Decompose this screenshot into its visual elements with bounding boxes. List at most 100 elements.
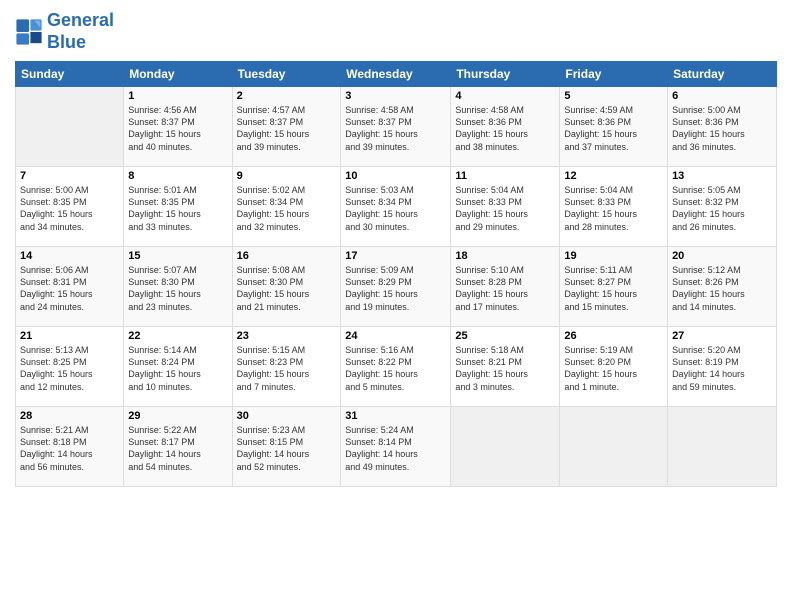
weekday-header-row: SundayMondayTuesdayWednesdayThursdayFrid… bbox=[16, 62, 777, 87]
day-number: 29 bbox=[128, 410, 227, 422]
day-info: Sunrise: 5:20 AM Sunset: 8:19 PM Dayligh… bbox=[672, 344, 772, 393]
weekday-header-monday: Monday bbox=[124, 62, 232, 87]
day-info: Sunrise: 4:57 AM Sunset: 8:37 PM Dayligh… bbox=[237, 104, 337, 153]
day-number: 7 bbox=[20, 170, 119, 182]
day-number: 21 bbox=[20, 330, 119, 342]
day-info: Sunrise: 5:02 AM Sunset: 8:34 PM Dayligh… bbox=[237, 184, 337, 233]
calendar-cell: 1Sunrise: 4:56 AM Sunset: 8:37 PM Daylig… bbox=[124, 87, 232, 167]
day-number: 27 bbox=[672, 330, 772, 342]
calendar-cell bbox=[560, 407, 668, 487]
day-info: Sunrise: 5:01 AM Sunset: 8:35 PM Dayligh… bbox=[128, 184, 227, 233]
day-info: Sunrise: 5:18 AM Sunset: 8:21 PM Dayligh… bbox=[455, 344, 555, 393]
calendar-cell: 6Sunrise: 5:00 AM Sunset: 8:36 PM Daylig… bbox=[668, 87, 777, 167]
day-info: Sunrise: 5:15 AM Sunset: 8:23 PM Dayligh… bbox=[237, 344, 337, 393]
day-number: 23 bbox=[237, 330, 337, 342]
header: General Blue bbox=[15, 10, 777, 53]
day-number: 16 bbox=[237, 250, 337, 262]
weekday-header-friday: Friday bbox=[560, 62, 668, 87]
logo-icon bbox=[15, 18, 43, 46]
day-info: Sunrise: 5:21 AM Sunset: 8:18 PM Dayligh… bbox=[20, 424, 119, 473]
day-number: 5 bbox=[564, 90, 663, 102]
calendar-cell: 13 Sunrise: 5:05 AM Sunset: 8:32 PM Dayli… bbox=[668, 167, 777, 247]
weekday-header-thursday: Thursday bbox=[451, 62, 560, 87]
calendar-week-2: 7 Sunrise: 5:00 AM Sunset: 8:35 PM Daylig… bbox=[16, 167, 777, 247]
day-number: 9 bbox=[237, 170, 337, 182]
weekday-header-tuesday: Tuesday bbox=[232, 62, 341, 87]
calendar-table: SundayMondayTuesdayWednesdayThursdayFrid… bbox=[15, 61, 777, 487]
day-info: Sunrise: 4:58 AM Sunset: 8:36 PM Dayligh… bbox=[455, 104, 555, 153]
calendar-week-1: 1Sunrise: 4:56 AM Sunset: 8:37 PM Daylig… bbox=[16, 87, 777, 167]
calendar-cell: 31 Sunrise: 5:24 AM Sunset: 8:14 PM Dayli… bbox=[341, 407, 451, 487]
day-info: Sunrise: 4:59 AM Sunset: 8:36 PM Dayligh… bbox=[564, 104, 663, 153]
day-number: 25 bbox=[455, 330, 555, 342]
calendar-cell: 21 Sunrise: 5:13 AM Sunset: 8:25 PM Dayli… bbox=[16, 327, 124, 407]
day-info: Sunrise: 5:04 AM Sunset: 8:33 PM Dayligh… bbox=[455, 184, 555, 233]
day-number: 2 bbox=[237, 90, 337, 102]
day-info: Sunrise: 5:00 AM Sunset: 8:35 PM Dayligh… bbox=[20, 184, 119, 233]
calendar-cell: 2 Sunrise: 4:57 AM Sunset: 8:37 PM Daylig… bbox=[232, 87, 341, 167]
day-number: 31 bbox=[345, 410, 446, 422]
calendar-cell: 12 Sunrise: 5:04 AM Sunset: 8:33 PM Dayli… bbox=[560, 167, 668, 247]
day-info: Sunrise: 5:10 AM Sunset: 8:28 PM Dayligh… bbox=[455, 264, 555, 313]
calendar-cell: 7 Sunrise: 5:00 AM Sunset: 8:35 PM Daylig… bbox=[16, 167, 124, 247]
calendar-cell: 9 Sunrise: 5:02 AM Sunset: 8:34 PM Daylig… bbox=[232, 167, 341, 247]
day-number: 20 bbox=[672, 250, 772, 262]
calendar-cell: 27 Sunrise: 5:20 AM Sunset: 8:19 PM Dayli… bbox=[668, 327, 777, 407]
weekday-header-wednesday: Wednesday bbox=[341, 62, 451, 87]
logo: General Blue bbox=[15, 10, 114, 53]
day-number: 28 bbox=[20, 410, 119, 422]
calendar-cell: 19 Sunrise: 5:11 AM Sunset: 8:27 PM Dayli… bbox=[560, 247, 668, 327]
day-number: 17 bbox=[345, 250, 446, 262]
day-info: Sunrise: 5:16 AM Sunset: 8:22 PM Dayligh… bbox=[345, 344, 446, 393]
calendar-cell: 11 Sunrise: 5:04 AM Sunset: 8:33 PM Dayli… bbox=[451, 167, 560, 247]
calendar-cell: 10 Sunrise: 5:03 AM Sunset: 8:34 PM Dayli… bbox=[341, 167, 451, 247]
day-info: Sunrise: 5:24 AM Sunset: 8:14 PM Dayligh… bbox=[345, 424, 446, 473]
calendar-cell: 25 Sunrise: 5:18 AM Sunset: 8:21 PM Dayli… bbox=[451, 327, 560, 407]
calendar-cell: 20 Sunrise: 5:12 AM Sunset: 8:26 PM Dayli… bbox=[668, 247, 777, 327]
day-number: 10 bbox=[345, 170, 446, 182]
day-info: Sunrise: 5:11 AM Sunset: 8:27 PM Dayligh… bbox=[564, 264, 663, 313]
calendar-cell: 23 Sunrise: 5:15 AM Sunset: 8:23 PM Dayli… bbox=[232, 327, 341, 407]
day-number: 12 bbox=[564, 170, 663, 182]
day-number: 14 bbox=[20, 250, 119, 262]
day-number: 26 bbox=[564, 330, 663, 342]
day-number: 8 bbox=[128, 170, 227, 182]
day-number: 11 bbox=[455, 170, 555, 182]
day-info: Sunrise: 4:58 AM Sunset: 8:37 PM Dayligh… bbox=[345, 104, 446, 153]
day-number: 24 bbox=[345, 330, 446, 342]
day-info: Sunrise: 5:23 AM Sunset: 8:15 PM Dayligh… bbox=[237, 424, 337, 473]
calendar-cell: 15Sunrise: 5:07 AM Sunset: 8:30 PM Dayli… bbox=[124, 247, 232, 327]
calendar-cell: 5 Sunrise: 4:59 AM Sunset: 8:36 PM Daylig… bbox=[560, 87, 668, 167]
day-number: 13 bbox=[672, 170, 772, 182]
calendar-week-3: 14 Sunrise: 5:06 AM Sunset: 8:31 PM Dayli… bbox=[16, 247, 777, 327]
calendar-cell bbox=[668, 407, 777, 487]
day-info: Sunrise: 5:06 AM Sunset: 8:31 PM Dayligh… bbox=[20, 264, 119, 313]
page-container: General Blue SundayMondayTuesdayWednesda… bbox=[0, 0, 792, 492]
calendar-week-4: 21 Sunrise: 5:13 AM Sunset: 8:25 PM Dayli… bbox=[16, 327, 777, 407]
calendar-cell: 22 Sunrise: 5:14 AM Sunset: 8:24 PM Dayli… bbox=[124, 327, 232, 407]
calendar-cell bbox=[451, 407, 560, 487]
calendar-cell: 16 Sunrise: 5:08 AM Sunset: 8:30 PM Dayli… bbox=[232, 247, 341, 327]
day-number: 4 bbox=[455, 90, 555, 102]
day-number: 15 bbox=[128, 250, 227, 262]
calendar-cell: 17Sunrise: 5:09 AM Sunset: 8:29 PM Dayli… bbox=[341, 247, 451, 327]
day-info: Sunrise: 5:12 AM Sunset: 8:26 PM Dayligh… bbox=[672, 264, 772, 313]
calendar-cell: 28 Sunrise: 5:21 AM Sunset: 8:18 PM Dayli… bbox=[16, 407, 124, 487]
day-info: Sunrise: 5:05 AM Sunset: 8:32 PM Dayligh… bbox=[672, 184, 772, 233]
day-info: Sunrise: 5:19 AM Sunset: 8:20 PM Dayligh… bbox=[564, 344, 663, 393]
day-number: 19 bbox=[564, 250, 663, 262]
day-number: 18 bbox=[455, 250, 555, 262]
calendar-cell: 29 Sunrise: 5:22 AM Sunset: 8:17 PM Dayli… bbox=[124, 407, 232, 487]
day-info: Sunrise: 4:56 AM Sunset: 8:37 PM Dayligh… bbox=[128, 104, 227, 153]
day-info: Sunrise: 5:04 AM Sunset: 8:33 PM Dayligh… bbox=[564, 184, 663, 233]
calendar-cell: 24 Sunrise: 5:16 AM Sunset: 8:22 PM Dayli… bbox=[341, 327, 451, 407]
calendar-cell: 30Sunrise: 5:23 AM Sunset: 8:15 PM Dayli… bbox=[232, 407, 341, 487]
day-info: Sunrise: 5:13 AM Sunset: 8:25 PM Dayligh… bbox=[20, 344, 119, 393]
calendar-cell: 8 Sunrise: 5:01 AM Sunset: 8:35 PM Daylig… bbox=[124, 167, 232, 247]
calendar-cell: 18 Sunrise: 5:10 AM Sunset: 8:28 PM Dayli… bbox=[451, 247, 560, 327]
day-number: 22 bbox=[128, 330, 227, 342]
day-info: Sunrise: 5:03 AM Sunset: 8:34 PM Dayligh… bbox=[345, 184, 446, 233]
day-info: Sunrise: 5:14 AM Sunset: 8:24 PM Dayligh… bbox=[128, 344, 227, 393]
day-info: Sunrise: 5:22 AM Sunset: 8:17 PM Dayligh… bbox=[128, 424, 227, 473]
day-info: Sunrise: 5:08 AM Sunset: 8:30 PM Dayligh… bbox=[237, 264, 337, 313]
